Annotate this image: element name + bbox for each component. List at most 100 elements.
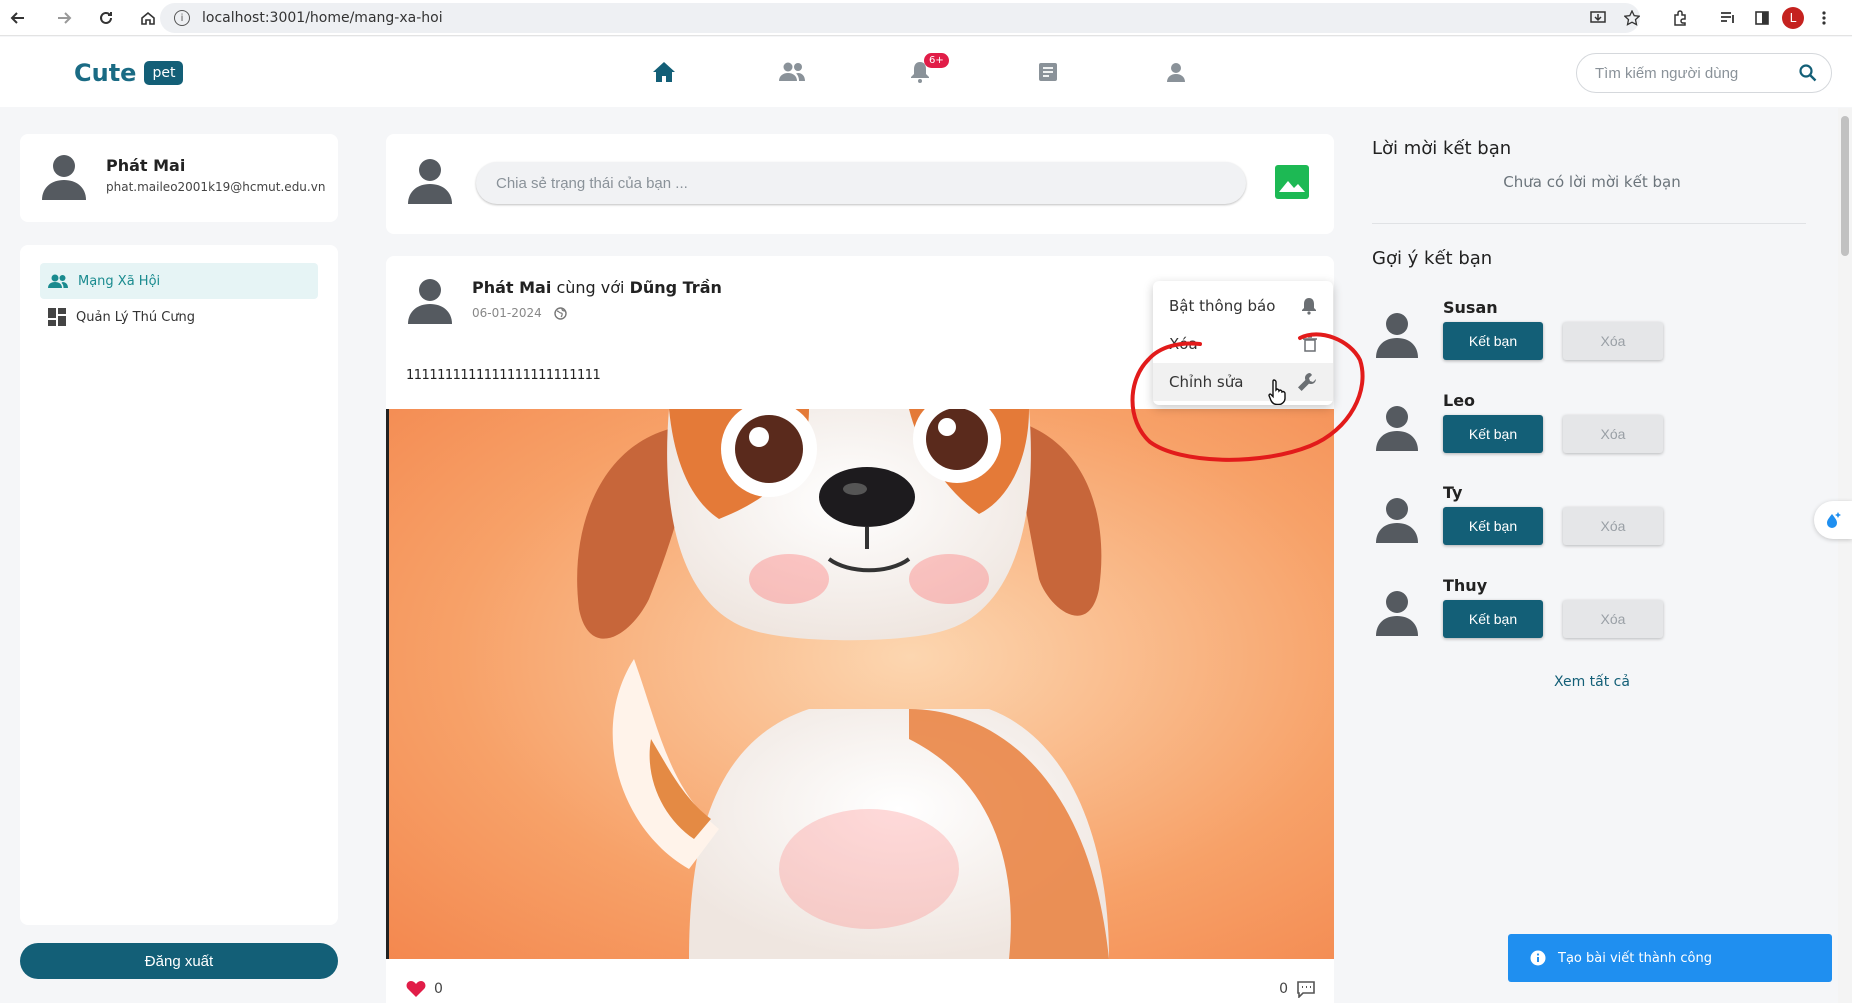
status-input[interactable]: [476, 162, 1246, 204]
nav-posts[interactable]: [984, 53, 1112, 91]
search-icon[interactable]: [1799, 64, 1817, 82]
menu-item-label: Chỉnh sửa: [1169, 373, 1244, 391]
trash-icon: [1303, 336, 1317, 352]
sidebar-menu: Mạng Xã Hội Quản Lý Thú Cưng: [20, 245, 338, 925]
suggestion-name[interactable]: Ty: [1443, 483, 1462, 502]
add-friend-button[interactable]: Kết bạn: [1443, 600, 1543, 638]
post-tagged-user[interactable]: Dũng Trần: [630, 278, 722, 297]
people-icon: [48, 274, 68, 288]
nav-notifications[interactable]: 6+: [856, 53, 984, 91]
nav-home[interactable]: [600, 53, 728, 91]
logo-text: Cute: [74, 59, 137, 87]
top-nav: 6+: [600, 53, 1240, 91]
profile-name[interactable]: Phát Mai: [106, 156, 185, 175]
suggestions-title: Gợi ý kết bạn: [1372, 248, 1493, 269]
logo[interactable]: Cute pet: [74, 59, 184, 87]
app-header: Cute pet 6+: [0, 37, 1852, 107]
suggestion-name[interactable]: Susan: [1443, 298, 1498, 317]
post-options-menu: Bật thông báo Xóa Chỉnh sửa: [1153, 281, 1333, 405]
post-image: [386, 409, 1334, 959]
friend-requests-title: Lời mời kết bạn: [1372, 138, 1512, 159]
right-panel: Lời mời kết bạn Chưa có lời mời kết bạn …: [1372, 134, 1812, 690]
sidebar-item-label: Mạng Xã Hội: [78, 273, 161, 289]
side-panel-icon[interactable]: [1748, 4, 1776, 32]
browser-toolbar: i localhost:3001/home/mang-xa-hoi L: [0, 0, 1852, 36]
menu-item-label: Xóa: [1169, 335, 1198, 353]
post-author-line: Phát Mai cùng với Dũng Trần: [472, 278, 722, 297]
suggestion-item: Thuy Kết bạn Xóa: [1372, 576, 1812, 646]
address-bar[interactable]: i localhost:3001/home/mang-xa-hoi: [160, 3, 1640, 33]
post-with-text: cùng với: [556, 278, 625, 297]
add-friend-button[interactable]: Kết bạn: [1443, 415, 1543, 453]
menu-item-delete[interactable]: Xóa: [1153, 325, 1333, 363]
logout-button[interactable]: Đăng xuất: [20, 943, 338, 979]
like-count: 0: [434, 981, 443, 997]
add-friend-button[interactable]: Kết bạn: [1443, 322, 1543, 360]
post-date: 06-01-2024: [472, 306, 542, 320]
post-composer: [386, 134, 1334, 234]
article-icon: [1039, 63, 1057, 81]
image-upload-icon[interactable]: [1274, 164, 1310, 200]
suggestion-item: Ty Kết bạn Xóa: [1372, 483, 1812, 553]
avatar: [408, 159, 452, 204]
site-info-icon[interactable]: i: [174, 10, 190, 26]
avatar: [1376, 498, 1418, 543]
remove-suggestion-button[interactable]: Xóa: [1563, 322, 1663, 360]
dashboard-icon: [48, 308, 66, 326]
media-queue-icon[interactable]: [1714, 4, 1742, 32]
info-icon: [1530, 950, 1546, 966]
bookmark-star-icon[interactable]: [1618, 4, 1646, 32]
extension-widget[interactable]: [1814, 501, 1852, 539]
menu-item-edit[interactable]: Chỉnh sửa: [1153, 363, 1333, 401]
heart-icon[interactable]: [406, 980, 426, 998]
install-icon[interactable]: [1584, 4, 1612, 32]
remove-suggestion-button[interactable]: Xóa: [1563, 507, 1663, 545]
suggestion-item: Leo Kết bạn Xóa: [1372, 391, 1812, 461]
add-friend-button[interactable]: Kết bạn: [1443, 507, 1543, 545]
see-all-link[interactable]: Xem tất cả: [1372, 674, 1812, 690]
post-text: 1111111111111111111111111: [406, 368, 601, 383]
browser-profile-avatar[interactable]: L: [1782, 7, 1804, 29]
nav-profile[interactable]: [1112, 53, 1240, 91]
remove-suggestion-button[interactable]: Xóa: [1563, 415, 1663, 453]
url-text: localhost:3001/home/mang-xa-hoi: [202, 10, 443, 26]
avatar: [42, 155, 86, 200]
bell-icon: [1302, 298, 1316, 315]
nav-friends[interactable]: [728, 53, 856, 91]
sidebar-item-pets[interactable]: Quản Lý Thú Cưng: [40, 299, 318, 335]
comment-icon[interactable]: [1296, 980, 1316, 998]
user-search[interactable]: [1576, 53, 1832, 93]
avatar: [1376, 313, 1418, 358]
hand-cursor-icon: [1268, 379, 1286, 405]
suggestion-item: Susan Kết bạn Xóa: [1372, 298, 1812, 368]
suggestion-name[interactable]: Leo: [1443, 391, 1475, 410]
menu-item-label: Bật thông báo: [1169, 297, 1276, 315]
sidebar-item-social[interactable]: Mạng Xã Hội: [40, 263, 318, 299]
toast-message: Tạo bài viết thành công: [1558, 950, 1712, 966]
logo-badge: pet: [144, 61, 184, 85]
like-group: 0: [406, 980, 443, 998]
globe-icon: [554, 306, 567, 320]
page-scrollbar[interactable]: [1838, 108, 1852, 1003]
sidebar-item-label: Quản Lý Thú Cưng: [76, 309, 196, 325]
reload-icon[interactable]: [88, 0, 124, 36]
remove-suggestion-button[interactable]: Xóa: [1563, 600, 1663, 638]
friends-icon: [779, 62, 805, 81]
avatar: [408, 279, 452, 324]
post-author[interactable]: Phát Mai: [472, 278, 551, 297]
forward-icon[interactable]: [46, 0, 82, 36]
back-icon[interactable]: [0, 0, 36, 36]
browser-menu-icon[interactable]: [1810, 4, 1838, 32]
post-actions: 0 0: [406, 974, 1316, 1003]
extensions-icon[interactable]: [1666, 4, 1694, 32]
sparkle-drop-icon: [1827, 512, 1841, 528]
comment-count: 0: [1279, 981, 1288, 997]
scroll-thumb[interactable]: [1841, 116, 1849, 256]
search-input[interactable]: [1595, 64, 1799, 82]
profile-email: phat.maileo2001k19@hcmut.edu.vn: [106, 180, 326, 194]
profile-card: Phát Mai phat.maileo2001k19@hcmut.edu.vn: [20, 134, 338, 222]
dog-illustration: [389, 409, 1334, 959]
suggestion-name[interactable]: Thuy: [1443, 576, 1487, 595]
avatar: [1376, 591, 1418, 636]
menu-item-enable-notifications[interactable]: Bật thông báo: [1153, 287, 1333, 325]
